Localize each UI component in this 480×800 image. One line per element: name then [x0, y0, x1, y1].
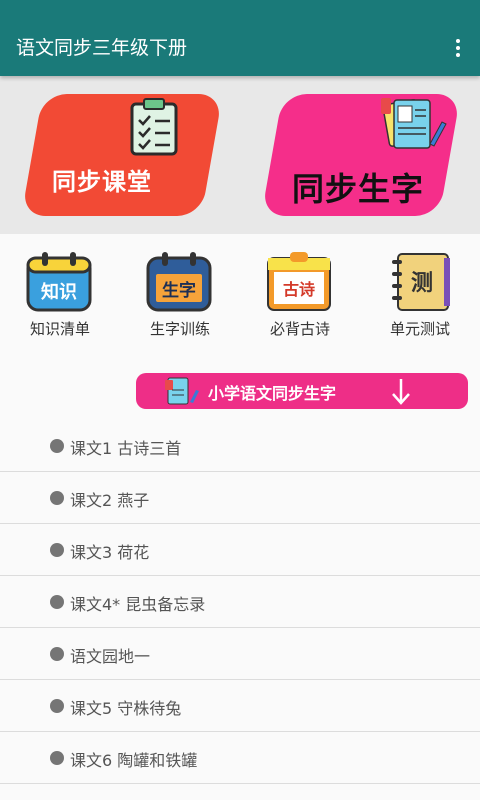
- qa-poems[interactable]: 古诗 必背古诗: [250, 250, 350, 338]
- list-item[interactable]: 课文5 守株待兔: [0, 680, 480, 732]
- bullet-dot: [50, 491, 64, 505]
- sync-characters-label: 同步生字: [292, 170, 425, 208]
- bullet-dot: [50, 699, 64, 713]
- lesson-title: 课文6 陶罐和铁罐: [70, 751, 198, 770]
- clipboard-checklist-icon: [130, 98, 178, 156]
- test-notebook-icon: 测: [392, 253, 450, 311]
- section-header: 小学语文同步生字: [136, 373, 468, 409]
- notes-small-icon: [165, 377, 199, 405]
- app-bar: 语文同步三年级下册: [0, 0, 480, 76]
- lesson-title: 课文5 守株待兔: [70, 699, 182, 718]
- qa-unit-test-label: 单元测试: [389, 320, 450, 338]
- notes-pen-icon: [381, 98, 447, 149]
- list-item[interactable]: 语文园地一: [0, 628, 480, 680]
- bullet-dot: [50, 439, 64, 453]
- qa-unit-test[interactable]: 测 单元测试: [370, 250, 470, 338]
- characters-calendar-icon: 生字: [146, 252, 212, 312]
- lesson-list: 课文1 古诗三首 课文2 燕子 课文3 荷花 课文4* 昆虫备忘录 语文园地一 …: [0, 420, 480, 784]
- bullet-dot: [50, 751, 64, 765]
- qa-knowledge-label: 知识清单: [29, 320, 90, 338]
- lesson-title: 课文3 荷花: [70, 543, 150, 562]
- sync-class-label: 同步课堂: [52, 168, 152, 196]
- lesson-title: 语文园地一: [70, 647, 151, 666]
- poem-calendar-icon: 古诗: [267, 252, 331, 311]
- banner: 同步课堂 同步生字: [0, 76, 480, 234]
- list-item[interactable]: 课文4* 昆虫备忘录: [0, 576, 480, 628]
- section-title: 小学语文同步生字: [208, 384, 337, 403]
- arrow-down-icon: [392, 379, 410, 405]
- bullet-dot: [50, 595, 64, 609]
- app-title: 语文同步三年级下册: [16, 37, 188, 59]
- lesson-title: 课文4* 昆虫备忘录: [70, 595, 206, 614]
- poem-icon-text: 古诗: [283, 280, 315, 299]
- quick-actions: 知识 知识清单 生字 生字训练 古诗 必背古诗 测 单元测试: [0, 250, 480, 340]
- qa-characters-label: 生字训练: [149, 320, 210, 338]
- knowledge-calendar-icon: 知识: [26, 252, 92, 312]
- list-item[interactable]: 课文1 古诗三首: [0, 420, 480, 472]
- knowledge-icon-text: 知识: [41, 281, 77, 303]
- bullet-dot: [50, 647, 64, 661]
- more-vert-icon[interactable]: [446, 36, 470, 60]
- list-item[interactable]: 课文2 燕子: [0, 472, 480, 524]
- list-item[interactable]: 课文6 陶罐和铁罐: [0, 732, 480, 784]
- qa-characters[interactable]: 生字 生字训练: [130, 250, 230, 338]
- bullet-dot: [50, 543, 64, 557]
- sync-class-card[interactable]: [21, 94, 223, 216]
- lesson-title: 课文1 古诗三首: [70, 439, 182, 458]
- lesson-title: 课文2 燕子: [70, 491, 150, 510]
- test-icon-text: 测: [411, 271, 433, 296]
- characters-icon-text: 生字: [162, 280, 196, 301]
- qa-knowledge[interactable]: 知识 知识清单: [10, 250, 110, 338]
- qa-poems-label: 必背古诗: [269, 320, 330, 338]
- list-item[interactable]: 课文3 荷花: [0, 524, 480, 576]
